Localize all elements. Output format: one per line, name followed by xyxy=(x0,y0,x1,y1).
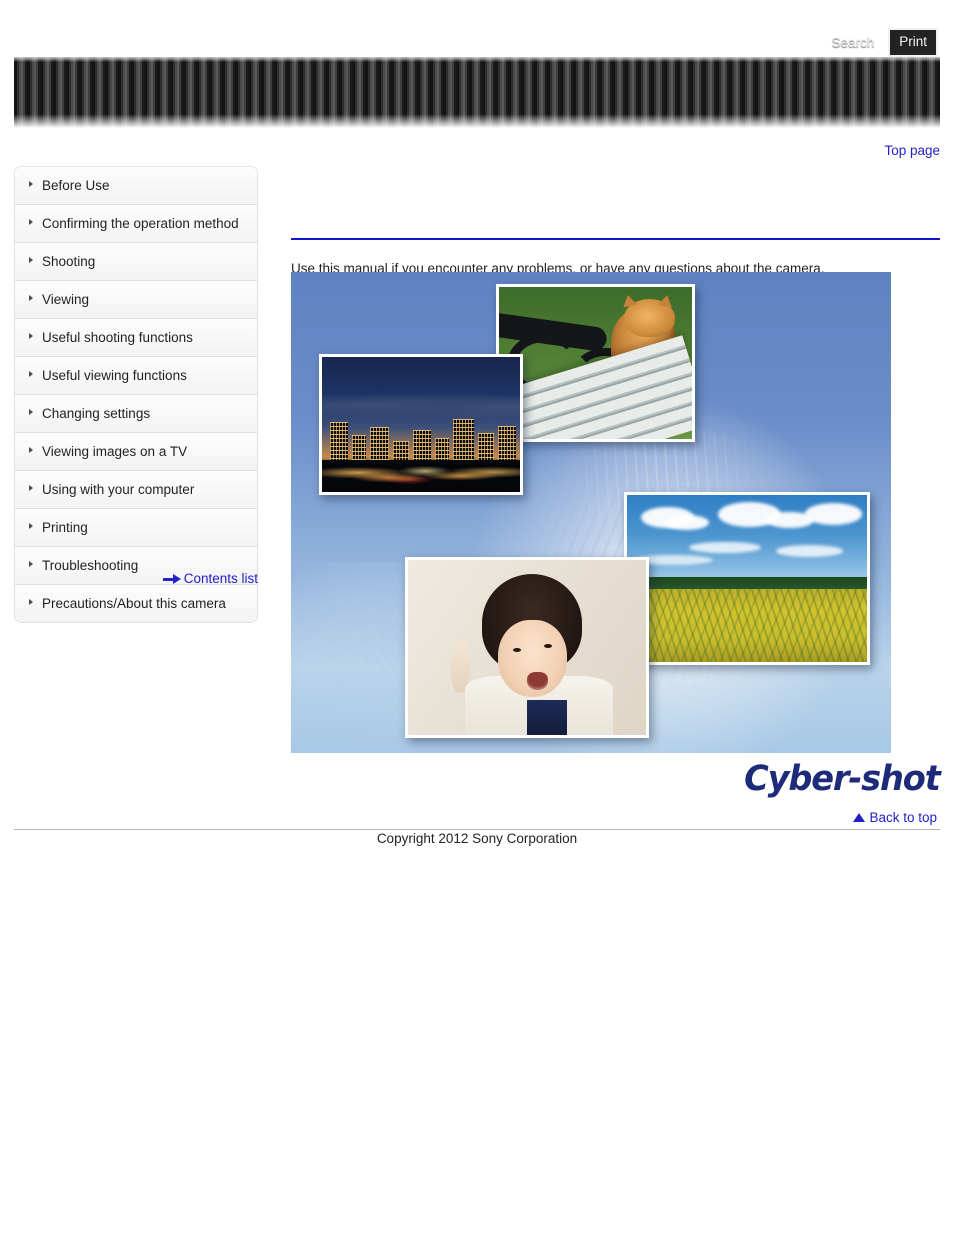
triangle-right-icon xyxy=(29,485,33,491)
back-to-top-link[interactable]: Back to top xyxy=(869,811,937,825)
sidebar-item-label: Changing settings xyxy=(42,406,151,421)
sidebar-item-label: Precautions/About this camera xyxy=(42,596,226,611)
sidebar-item-precautions-about-this-camera[interactable]: Precautions/About this camera xyxy=(15,585,257,622)
header-bottom-fade xyxy=(14,114,940,128)
sidebar-item-viewing-images-on-a-tv[interactable]: Viewing images on a TV xyxy=(15,433,257,471)
sidebar-item-label: Troubleshooting xyxy=(42,558,139,573)
arrow-right-icon xyxy=(162,574,181,585)
triangle-right-icon xyxy=(29,333,33,339)
sidebar-item-useful-shooting-functions[interactable]: Useful shooting functions xyxy=(15,319,257,357)
child-portrait-photo xyxy=(405,557,649,738)
triangle-right-icon xyxy=(29,257,33,263)
sidebar-item-before-use[interactable]: Before Use xyxy=(15,167,257,205)
sidebar-item-shooting[interactable]: Shooting xyxy=(15,243,257,281)
triangle-right-icon xyxy=(29,295,33,301)
night-cityscape-photo xyxy=(319,354,523,495)
hero-collage-image xyxy=(291,272,891,753)
sidebar-item-viewing[interactable]: Viewing xyxy=(15,281,257,319)
sidebar-item-printing[interactable]: Printing xyxy=(15,509,257,547)
sidebar-item-confirming-the-operation-method[interactable]: Confirming the operation method xyxy=(15,205,257,243)
cat-on-bench-photo xyxy=(496,284,695,442)
site-header-banner xyxy=(14,57,940,128)
triangle-right-icon xyxy=(29,409,33,415)
cyber-shot-logo: Cyber-shot xyxy=(744,759,942,799)
main-heading-rule xyxy=(291,238,940,240)
contents-list-row: Contents list xyxy=(14,572,258,586)
triangle-right-icon xyxy=(29,181,33,187)
triangle-right-icon xyxy=(29,599,33,605)
sidebar-item-label: Viewing xyxy=(42,292,90,307)
sidebar-item-label: Using with your computer xyxy=(42,482,195,497)
triangle-up-icon xyxy=(853,813,866,823)
sidebar-item-label: Shooting xyxy=(42,254,96,269)
search-link[interactable]: Search xyxy=(831,35,874,50)
sidebar-item-label: Confirming the operation method xyxy=(42,216,239,231)
sidebar-item-label: Printing xyxy=(42,520,88,535)
sunflower-field-photo xyxy=(624,492,870,665)
header-tools: Search Print xyxy=(831,28,938,57)
triangle-right-icon xyxy=(29,219,33,225)
header-top-fade xyxy=(14,57,940,62)
back-to-top-row: Back to top xyxy=(853,811,937,825)
sidebar-item-label: Viewing images on a TV xyxy=(42,444,188,459)
triangle-right-icon xyxy=(29,523,33,529)
triangle-right-icon xyxy=(29,561,33,567)
top-page-row: Top page xyxy=(0,142,940,160)
sidebar-item-changing-settings[interactable]: Changing settings xyxy=(15,395,257,433)
sidebar-item-using-with-your-computer[interactable]: Using with your computer xyxy=(15,471,257,509)
copyright-text: Copyright 2012 Sony Corporation xyxy=(376,831,578,846)
sidebar-item-label: Before Use xyxy=(42,178,110,193)
triangle-right-icon xyxy=(29,447,33,453)
contents-list-link[interactable]: Contents list xyxy=(184,572,258,586)
print-button[interactable]: Print xyxy=(888,28,938,57)
sidebar-navigation: Before Use Confirming the operation meth… xyxy=(14,166,258,623)
top-page-link[interactable]: Top page xyxy=(884,143,940,158)
footer-divider xyxy=(14,829,940,830)
sidebar-item-label: Useful shooting functions xyxy=(42,330,193,345)
sidebar-item-label: Useful viewing functions xyxy=(42,368,187,383)
sidebar-item-useful-viewing-functions[interactable]: Useful viewing functions xyxy=(15,357,257,395)
triangle-right-icon xyxy=(29,371,33,377)
